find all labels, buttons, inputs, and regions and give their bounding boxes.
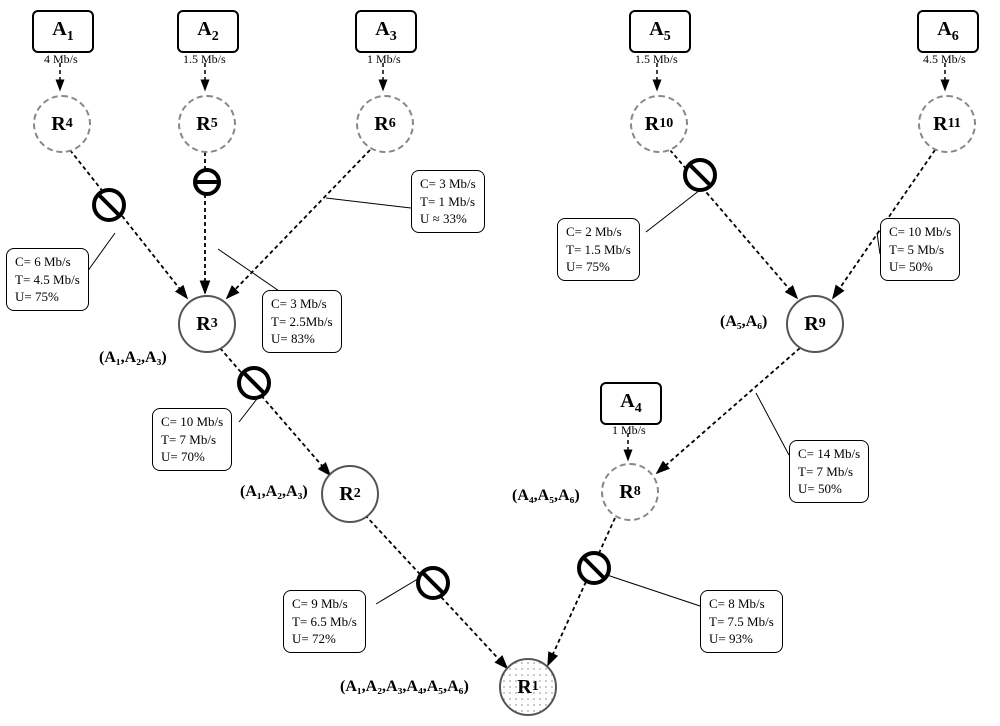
flows-R8: (A₄,A₅,A₆) — [512, 487, 580, 505]
rate-A5: 1.5 Mb/s — [635, 52, 678, 67]
flows-R2: (A₁,A₂,A₃) — [240, 483, 308, 501]
flows-R9: (A₅,A₆) — [720, 313, 767, 331]
link-info-R8-R1: C= 8 Mb/sT= 7.5 Mb/sU= 93% — [700, 590, 783, 653]
router-R2: R2 — [321, 465, 379, 523]
rate-A6: 4.5 Mb/s — [923, 52, 966, 67]
link-info-R6-R3: C= 3 Mb/sT= 1 Mb/sU ≈ 33% — [411, 170, 485, 233]
flows-R1: (A₁,A₂,A₃,A₄,A₅,A₆) — [340, 678, 469, 696]
router-R3: R3 — [178, 295, 236, 353]
link-info-R9-R8: C= 14 Mb/sT= 7 Mb/sU= 50% — [789, 440, 869, 503]
router-R6: R6 — [356, 95, 414, 153]
router-R4: R4 — [33, 95, 91, 153]
block-icon — [92, 188, 126, 222]
rate-A1: 4 Mb/s — [44, 52, 78, 67]
flows-R3: (A₁,A₂,A₃) — [99, 349, 167, 367]
block-icon — [193, 168, 221, 196]
block-icon — [416, 566, 450, 600]
link-info-R4-R3: C= 6 Mb/sT= 4.5 Mb/sU= 75% — [6, 248, 89, 311]
link-info-R11-R9: C= 10 Mb/sT= 5 Mb/sU= 50% — [880, 218, 960, 281]
source-A5: A5 — [629, 10, 691, 53]
source-A4: A4 — [600, 382, 662, 425]
rate-A2: 1.5 Mb/s — [183, 52, 226, 67]
link-info-R3-R2: C= 10 Mb/sT= 7 Mb/sU= 70% — [152, 408, 232, 471]
router-R9: R9 — [786, 295, 844, 353]
link-info-R10-R9: C= 2 Mb/sT= 1.5 Mb/sU= 75% — [557, 218, 640, 281]
router-R8: R8 — [601, 463, 659, 521]
link-info-R2-R1: C= 9 Mb/sT= 6.5 Mb/sU= 72% — [283, 590, 366, 653]
rate-A3: 1 Mb/s — [367, 52, 401, 67]
rate-A4: 1 Mb/s — [612, 423, 646, 438]
router-R5: R5 — [178, 95, 236, 153]
router-R11: R11 — [918, 95, 976, 153]
source-A2: A2 — [177, 10, 239, 53]
source-A3: A3 — [355, 10, 417, 53]
router-R10: R10 — [630, 95, 688, 153]
block-icon — [237, 366, 271, 400]
link-info-R5-R3: C= 3 Mb/sT= 2.5Mb/sU= 83% — [262, 290, 342, 353]
source-A6: A6 — [917, 10, 979, 53]
block-icon — [577, 551, 611, 585]
router-R1: R1 — [499, 658, 557, 716]
source-A1: A1 — [32, 10, 94, 53]
block-icon — [683, 158, 717, 192]
